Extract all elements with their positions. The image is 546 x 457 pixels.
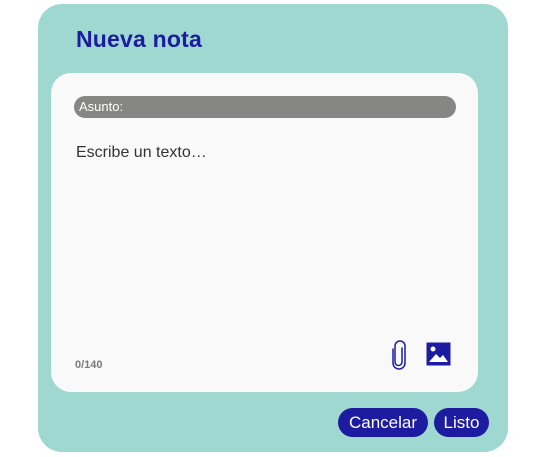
subject-field[interactable]: Asunto: [74,96,456,118]
image-icon[interactable] [424,340,452,368]
character-counter: 0/140 [75,359,103,371]
paperclip-icon[interactable] [385,340,413,370]
dialog-title: Nueva nota [76,26,202,52]
note-card: Asunto: Escribe un texto… 0/140 [51,73,478,392]
subject-label: Asunto: [79,99,124,114]
done-button[interactable]: Listo [434,408,489,437]
note-body-input[interactable]: Escribe un texto… [76,144,207,162]
cancel-button[interactable]: Cancelar [338,408,428,437]
new-note-dialog: Nueva nota Asunto: Escribe un texto… 0/1… [38,4,508,452]
